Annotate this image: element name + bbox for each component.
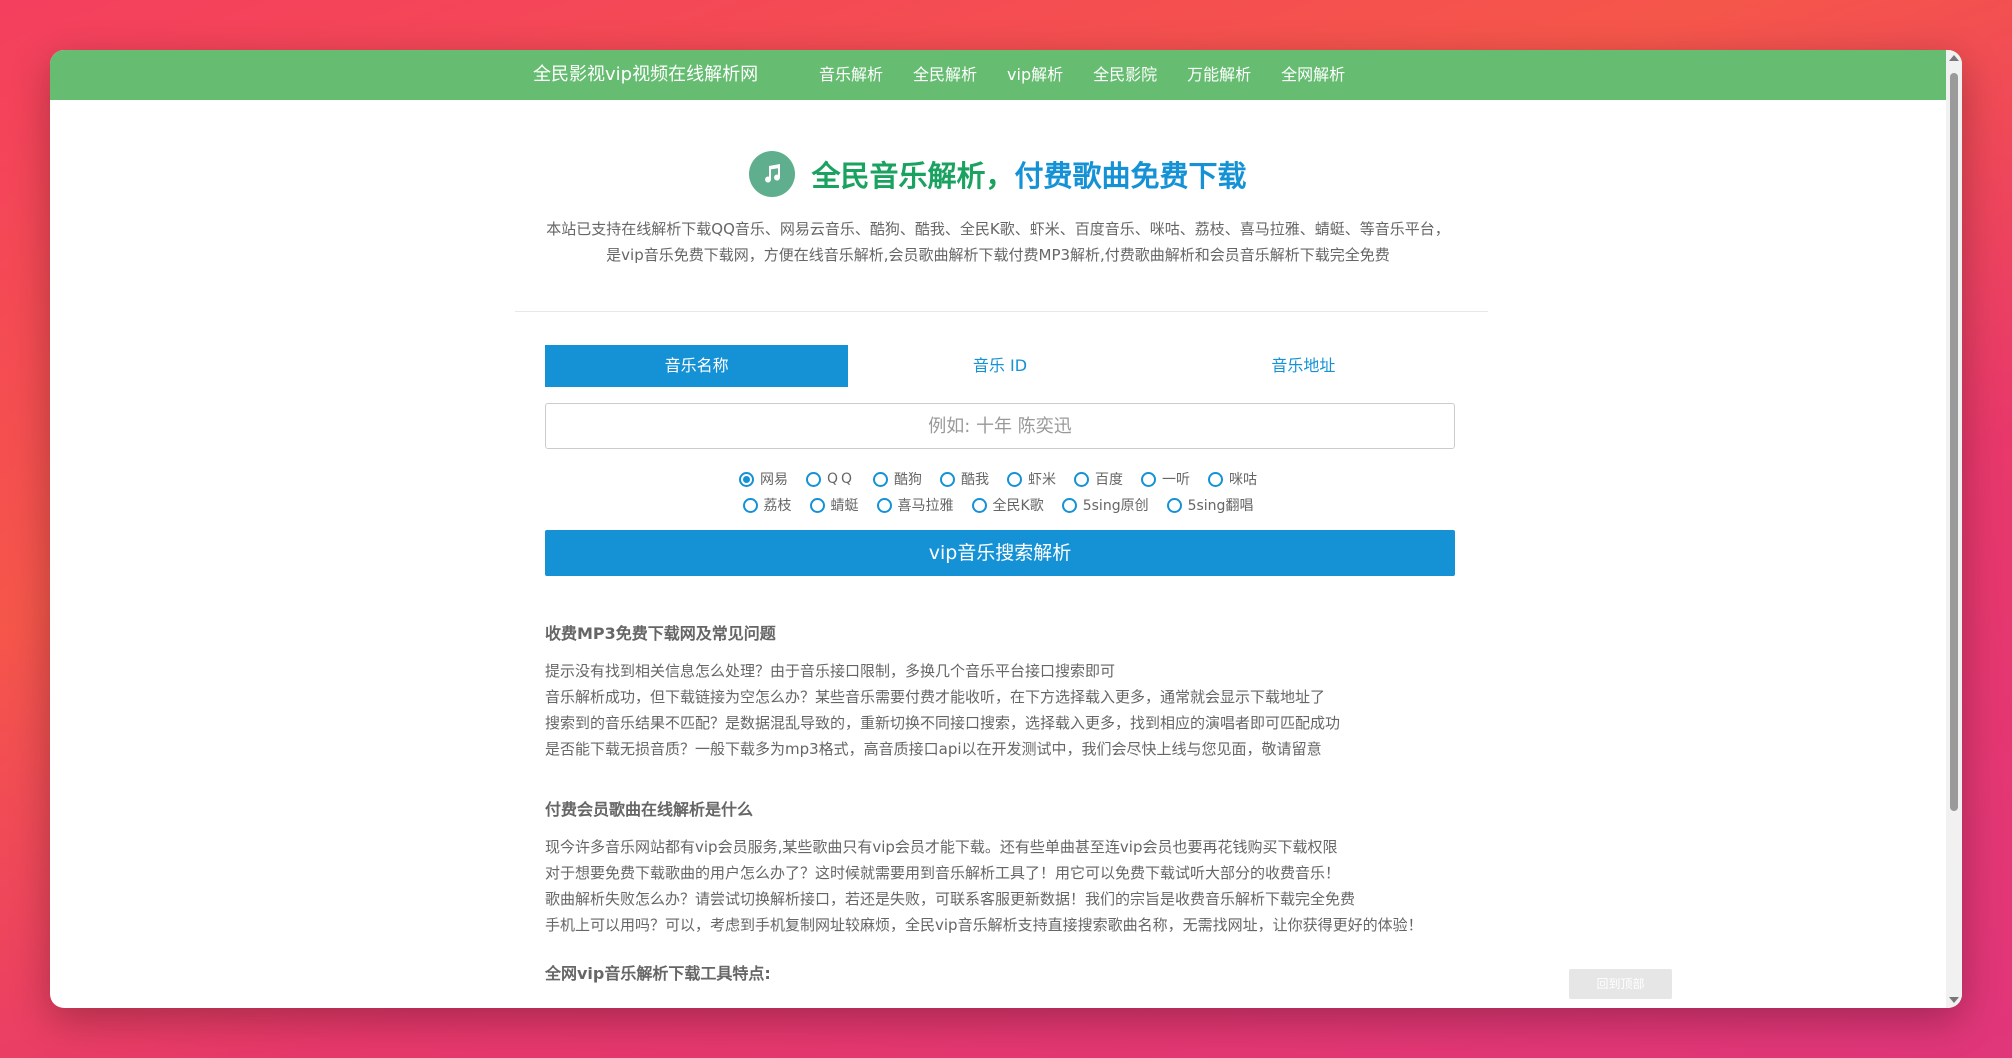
radio-label: 网易	[759, 472, 788, 488]
radio-migu[interactable]: 咪咕	[1208, 469, 1257, 489]
header-divider	[515, 311, 1488, 312]
radio-ximalaya[interactable]: 喜马拉雅	[876, 495, 954, 515]
radio-unchecked-icon	[1061, 497, 1077, 513]
radio-label: 全民K歌	[992, 498, 1044, 514]
radio-unchecked-icon	[1141, 471, 1157, 487]
search-mode-tabs: 音乐名称 音乐 ID 音乐地址	[545, 345, 1455, 387]
faq-heading-2: 付费会员歌曲在线解析是什么	[545, 800, 754, 819]
faq-line: 手机上可以用吗？可以，考虑到手机复制网址较麻烦，全民vip音乐解析支持直接搜索歌…	[545, 916, 1423, 934]
radio-label: 虾米	[1028, 472, 1057, 488]
radio-label: 百度	[1095, 472, 1124, 488]
radio-unchecked-icon	[971, 497, 987, 513]
radio-label: 荔枝	[763, 498, 792, 514]
radio-label: 咪咕	[1229, 472, 1258, 488]
radio-unchecked-icon	[1208, 471, 1224, 487]
faq-heading-1: 收费MP3免费下载网及常见问题	[545, 624, 776, 643]
radio-unchecked-icon	[940, 471, 956, 487]
radio-label: 蜻蜓	[830, 498, 859, 514]
radio-unchecked-icon	[805, 471, 821, 487]
radio-kuwo[interactable]: 酷我	[940, 469, 989, 489]
description-line-2: 是vip音乐免费下载网，方便在线音乐解析,会员歌曲解析下载付费MP3解析,付费歌…	[606, 246, 1390, 264]
radio-kugou[interactable]: 酷狗	[873, 469, 922, 489]
title-green-part: 全民音乐解析，	[811, 159, 1015, 193]
browser-window: 全民影视vip视频在线解析网 音乐解析 全民解析 vip解析 全民影院 万能解析…	[50, 50, 1962, 1008]
radio-unchecked-icon	[876, 497, 892, 513]
page-title: 全民音乐解析，付费歌曲免费下载	[811, 153, 1246, 195]
radio-unchecked-icon	[1166, 497, 1182, 513]
radio-label: 酷我	[961, 472, 990, 488]
nav-link-universal-parse[interactable]: 万能解析	[1187, 50, 1251, 100]
radio-unchecked-icon	[1074, 471, 1090, 487]
radio-label: 5sing翻唱	[1187, 498, 1254, 514]
scroll-up-arrow-icon[interactable]	[1949, 55, 1959, 61]
nav-link-vip-parse[interactable]: vip解析	[1007, 50, 1063, 100]
faq-line: 搜索到的音乐结果不匹配？是数据混乱导致的，重新切换不同接口搜索，选择载入更多，找…	[545, 714, 1341, 732]
radio-yiting[interactable]: 一听	[1141, 469, 1190, 489]
radio-xiami[interactable]: 虾米	[1007, 469, 1056, 489]
tab-music-url[interactable]: 音乐地址	[1152, 345, 1455, 387]
radio-label: QQ	[826, 471, 856, 487]
radio-5sing-original[interactable]: 5sing原创	[1061, 495, 1149, 515]
faq-line: 是否能下载无损音质？一般下载多为mp3格式，高音质接口api以在开发测试中，我们…	[545, 740, 1322, 758]
page-header: 全民音乐解析，付费歌曲免费下载 本站已支持在线解析下载QQ音乐、网易云音乐、酷狗…	[50, 150, 1946, 268]
faq-line: 音乐解析成功，但下载链接为空怎么办？某些音乐需要付费才能收听，在下方选择载入更多…	[545, 688, 1326, 706]
faq-paragraph-1: 提示没有找到相关信息怎么处理？由于音乐接口限制，多换几个音乐平台接口搜索即可 音…	[545, 658, 1340, 762]
radio-label: 酷狗	[894, 472, 923, 488]
faq-line: 现今许多音乐网站都有vip会员服务,某些歌曲只有vip会员才能下载。还有些单曲甚…	[545, 838, 1338, 856]
radio-label: 喜马拉雅	[897, 498, 954, 514]
radio-unchecked-icon	[809, 497, 825, 513]
radio-label: 5sing原创	[1082, 498, 1149, 514]
nav-link-quanmin-cinema[interactable]: 全民影院	[1093, 50, 1157, 100]
platform-radio-row-1: 网易 QQ 酷狗 酷我 虾米 百度 一听 咪咕	[50, 469, 1946, 489]
site-brand-link[interactable]: 全民影视vip视频在线解析网	[533, 50, 758, 100]
faq-line: 对于想要免费下载歌曲的用户怎么办了？这时候就需要用到音乐解析工具了！用它可以免费…	[545, 864, 1341, 882]
title-blue-part: 付费歌曲免费下载	[1014, 159, 1247, 193]
radio-quanmin-kge[interactable]: 全民K歌	[971, 495, 1044, 515]
radio-5sing-cover[interactable]: 5sing翻唱	[1166, 495, 1254, 515]
radio-checked-icon	[738, 471, 754, 487]
top-navbar: 全民影视vip视频在线解析网 音乐解析 全民解析 vip解析 全民影院 万能解析…	[50, 50, 1962, 100]
site-description: 本站已支持在线解析下载QQ音乐、网易云音乐、酷狗、酷我、全民K歌、虾米、百度音乐…	[50, 216, 1946, 268]
radio-unchecked-icon	[873, 471, 889, 487]
radio-qingting[interactable]: 蜻蜓	[809, 495, 859, 515]
platform-radio-row-2: 荔枝 蜻蜓 喜马拉雅 全民K歌 5sing原创 5sing翻唱	[50, 495, 1946, 515]
nav-link-music-parse[interactable]: 音乐解析	[819, 50, 883, 100]
faq-heading-3: 全网vip音乐解析下载工具特点:	[545, 964, 771, 983]
nav-link-quanmin-parse[interactable]: 全民解析	[913, 50, 977, 100]
nav-links: 音乐解析 全民解析 vip解析 全民影院 万能解析 全网解析	[819, 50, 1375, 100]
tab-music-id[interactable]: 音乐 ID	[848, 345, 1151, 387]
faq-line: 歌曲解析失败怎么办？请尝试切换解析接口，若还是失败，可联系客服更新数据！我们的宗…	[545, 890, 1356, 908]
radio-qq[interactable]: QQ	[805, 469, 856, 489]
faq-paragraph-2: 现今许多音乐网站都有vip会员服务,某些歌曲只有vip会员才能下载。还有些单曲甚…	[545, 834, 1455, 938]
search-input[interactable]	[545, 403, 1455, 449]
radio-label: 一听	[1162, 472, 1191, 488]
radio-lizhi[interactable]: 荔枝	[742, 495, 792, 515]
scrollbar-thumb[interactable]	[1950, 73, 1958, 811]
faq-line: 提示没有找到相关信息怎么处理？由于音乐接口限制，多换几个音乐平台接口搜索即可	[545, 662, 1116, 680]
radio-baidu[interactable]: 百度	[1074, 469, 1123, 489]
nav-link-allweb-parse[interactable]: 全网解析	[1281, 50, 1345, 100]
music-note-icon	[749, 151, 796, 197]
search-submit-button[interactable]: vip音乐搜索解析	[545, 530, 1455, 576]
tab-music-name[interactable]: 音乐名称	[545, 345, 849, 387]
back-to-top-button[interactable]: 回到顶部	[1569, 969, 1672, 999]
description-line-1: 本站已支持在线解析下载QQ音乐、网易云音乐、酷狗、酷我、全民K歌、虾米、百度音乐…	[546, 220, 1450, 238]
radio-unchecked-icon	[742, 497, 758, 513]
scroll-down-arrow-icon[interactable]	[1949, 997, 1959, 1003]
radio-unchecked-icon	[1007, 471, 1023, 487]
radio-netease[interactable]: 网易	[738, 469, 788, 489]
vertical-scrollbar[interactable]	[1946, 50, 1962, 1008]
